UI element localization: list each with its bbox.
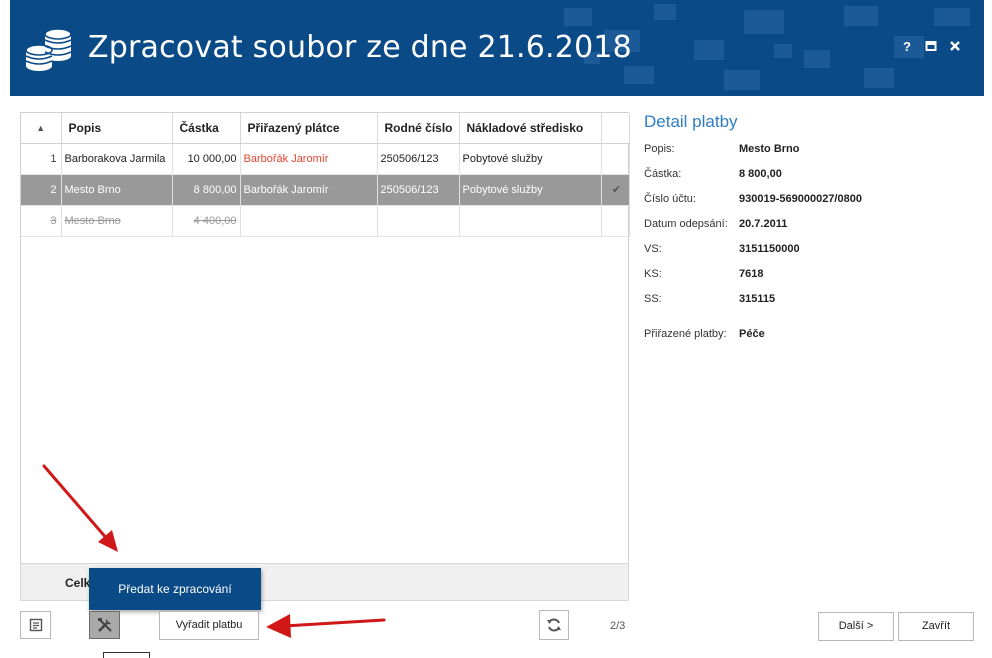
grid-header-row: ▲ Popis Částka Přiřazený plátce Rodné čí… (21, 113, 630, 144)
detail-value: 315115 (739, 293, 776, 305)
detail-value: 20.7.2011 (739, 218, 788, 230)
table-row-selected[interactable]: 2 Mesto Brno 8 800,00 Barbořák Jaromír 2… (21, 174, 630, 206)
detail-label: Přiřazené platby: (644, 328, 727, 340)
row-number: 1 (21, 143, 62, 175)
detail-title: Detail platby (644, 112, 738, 131)
table-row[interactable]: 1 Barborakova Jarmila 10 000,00 Barbořák… (21, 143, 630, 175)
detail-row-assigned: Přiřazené platby: Péče (644, 326, 974, 351)
sort-column-header[interactable]: ▲ (21, 113, 62, 144)
cell-rodne-cislo[interactable]: 250506/123 (377, 174, 460, 206)
column-header-stredisko[interactable]: Nákladové středisko (459, 113, 602, 144)
detail-row-datum: Datum odepsání: 20.7.2011 (644, 216, 974, 241)
annotation-arrow-left (266, 614, 386, 638)
document-icon (29, 618, 42, 632)
help-button[interactable]: ? (900, 40, 914, 54)
cell-platce[interactable] (240, 205, 378, 237)
detail-row-castka: Částka: 8 800,00 (644, 166, 974, 191)
cell-platce[interactable]: Barbořák Jaromír (240, 174, 378, 206)
column-header-rodne-cislo[interactable]: Rodné číslo (377, 113, 460, 144)
detail-value: 7618 (739, 268, 764, 280)
sort-ascending-icon: ▲ (36, 122, 46, 133)
close-button[interactable]: Zavřít (898, 612, 974, 641)
detail-value: Péče (739, 328, 765, 340)
cell-check[interactable] (601, 205, 630, 237)
checkmark-icon[interactable]: ✔ (601, 174, 630, 206)
detail-label: KS: (644, 268, 662, 280)
maximize-button[interactable] (924, 40, 938, 54)
payment-detail-panel: Detail platby Popis: Mesto Brno Částka: … (644, 112, 974, 351)
detail-label: SS: (644, 293, 662, 305)
cell-stredisko[interactable]: Pobytové služby (459, 143, 602, 175)
coins-logo-icon (25, 28, 72, 71)
cell-castka[interactable]: 4 400,00 (172, 205, 241, 237)
partial-box (103, 652, 150, 658)
cell-popis[interactable]: Mesto Brno (61, 205, 173, 237)
cell-platce[interactable]: Barbořák Jaromír (240, 143, 378, 175)
cell-popis[interactable]: Mesto Brno (61, 174, 173, 206)
detail-row-vs: VS: 3151150000 (644, 241, 974, 266)
detail-label: Číslo účtu: (644, 193, 696, 205)
window-title: Zpracovat soubor ze dne 21.6.2018 (88, 30, 632, 65)
detail-label: Popis: (644, 143, 675, 155)
refresh-button[interactable] (539, 610, 569, 640)
hand-over-menu-item[interactable]: Předat ke zpracování (89, 568, 261, 610)
cell-rodne-cislo[interactable]: 250506/123 (377, 143, 460, 175)
detail-value: 3151150000 (739, 243, 800, 255)
summary-label: Celk (65, 576, 91, 590)
row-number: 2 (21, 174, 62, 206)
row-number: 3 (21, 205, 62, 237)
column-header-popis[interactable]: Popis (61, 113, 173, 144)
detail-value: 8 800,00 (739, 168, 782, 180)
cell-rodne-cislo[interactable] (377, 205, 460, 237)
close-icon (950, 41, 960, 51)
column-header-check[interactable] (601, 113, 630, 144)
detail-value: Mesto Brno (739, 143, 800, 155)
cell-check[interactable] (601, 143, 630, 175)
cell-castka[interactable]: 10 000,00 (172, 143, 241, 175)
title-bar: Zpracovat soubor ze dne 21.6.2018 ? (10, 0, 984, 96)
detail-row-cislo-uctu: Číslo účtu: 930019-569000027/0800 (644, 191, 974, 216)
maximize-icon (925, 41, 937, 51)
detail-row-ks: KS: 7618 (644, 266, 974, 291)
cell-popis[interactable]: Barborakova Jarmila (61, 143, 173, 175)
detail-label: VS: (644, 243, 662, 255)
column-header-platce[interactable]: Přiřazený plátce (240, 113, 378, 144)
close-window-button[interactable] (948, 40, 962, 54)
tools-button[interactable] (89, 611, 120, 639)
notes-button[interactable] (20, 611, 51, 639)
detail-label: Datum odepsání: (644, 218, 728, 230)
table-row-removed[interactable]: 3 Mesto Brno 4 400,00 (21, 205, 630, 237)
detail-value: 930019-569000027/0800 (739, 193, 862, 205)
remove-payment-button[interactable]: Vyřadit platbu (159, 611, 259, 640)
detail-label: Částka: (644, 168, 682, 180)
page-indicator: 2/3 (610, 620, 626, 632)
detail-row-popis: Popis: Mesto Brno (644, 141, 974, 166)
next-button[interactable]: Další > (818, 612, 894, 641)
refresh-icon (547, 618, 561, 632)
column-header-castka[interactable]: Částka (172, 113, 241, 144)
detail-row-ss: SS: 315115 (644, 291, 974, 316)
cell-stredisko[interactable]: Pobytové služby (459, 174, 602, 206)
tools-icon (97, 618, 112, 632)
payments-grid[interactable]: ▲ Popis Částka Přiřazený plátce Rodné čí… (20, 112, 630, 601)
cell-stredisko[interactable] (459, 205, 602, 237)
cell-castka[interactable]: 8 800,00 (172, 174, 241, 206)
